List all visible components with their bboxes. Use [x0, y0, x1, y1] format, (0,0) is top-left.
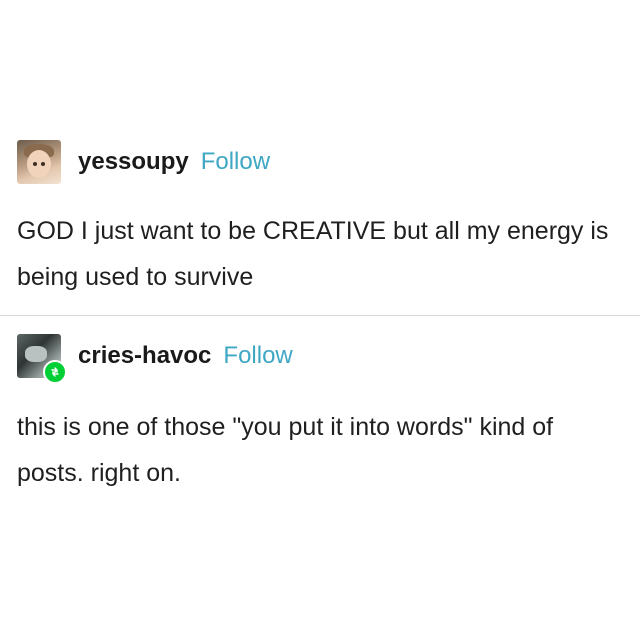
- post-text: this is one of those "you put it into wo…: [17, 413, 554, 487]
- follow-button[interactable]: Follow: [223, 342, 292, 370]
- post-text: GOD I just want to be CREATIVE but all m…: [17, 217, 609, 291]
- post-header: yessoupy Follow: [17, 140, 640, 184]
- post-header: cries-havoc Follow: [17, 334, 640, 384]
- avatar[interactable]: [17, 140, 61, 184]
- avatar-face: [27, 150, 51, 178]
- avatar-eye: [41, 162, 45, 166]
- username[interactable]: yessoupy: [78, 148, 189, 176]
- avatar[interactable]: [17, 334, 67, 384]
- reblog-icon: [43, 360, 67, 384]
- post-yessoupy: yessoupy Follow GOD I just want to be CR…: [0, 140, 640, 300]
- divider: [0, 315, 640, 316]
- avatar-eye: [33, 162, 37, 166]
- follow-button[interactable]: Follow: [201, 148, 270, 176]
- post-cries-havoc: cries-havoc Follow this is one of those …: [0, 334, 640, 496]
- username[interactable]: cries-havoc: [78, 342, 211, 370]
- avatar-image: [25, 346, 47, 362]
